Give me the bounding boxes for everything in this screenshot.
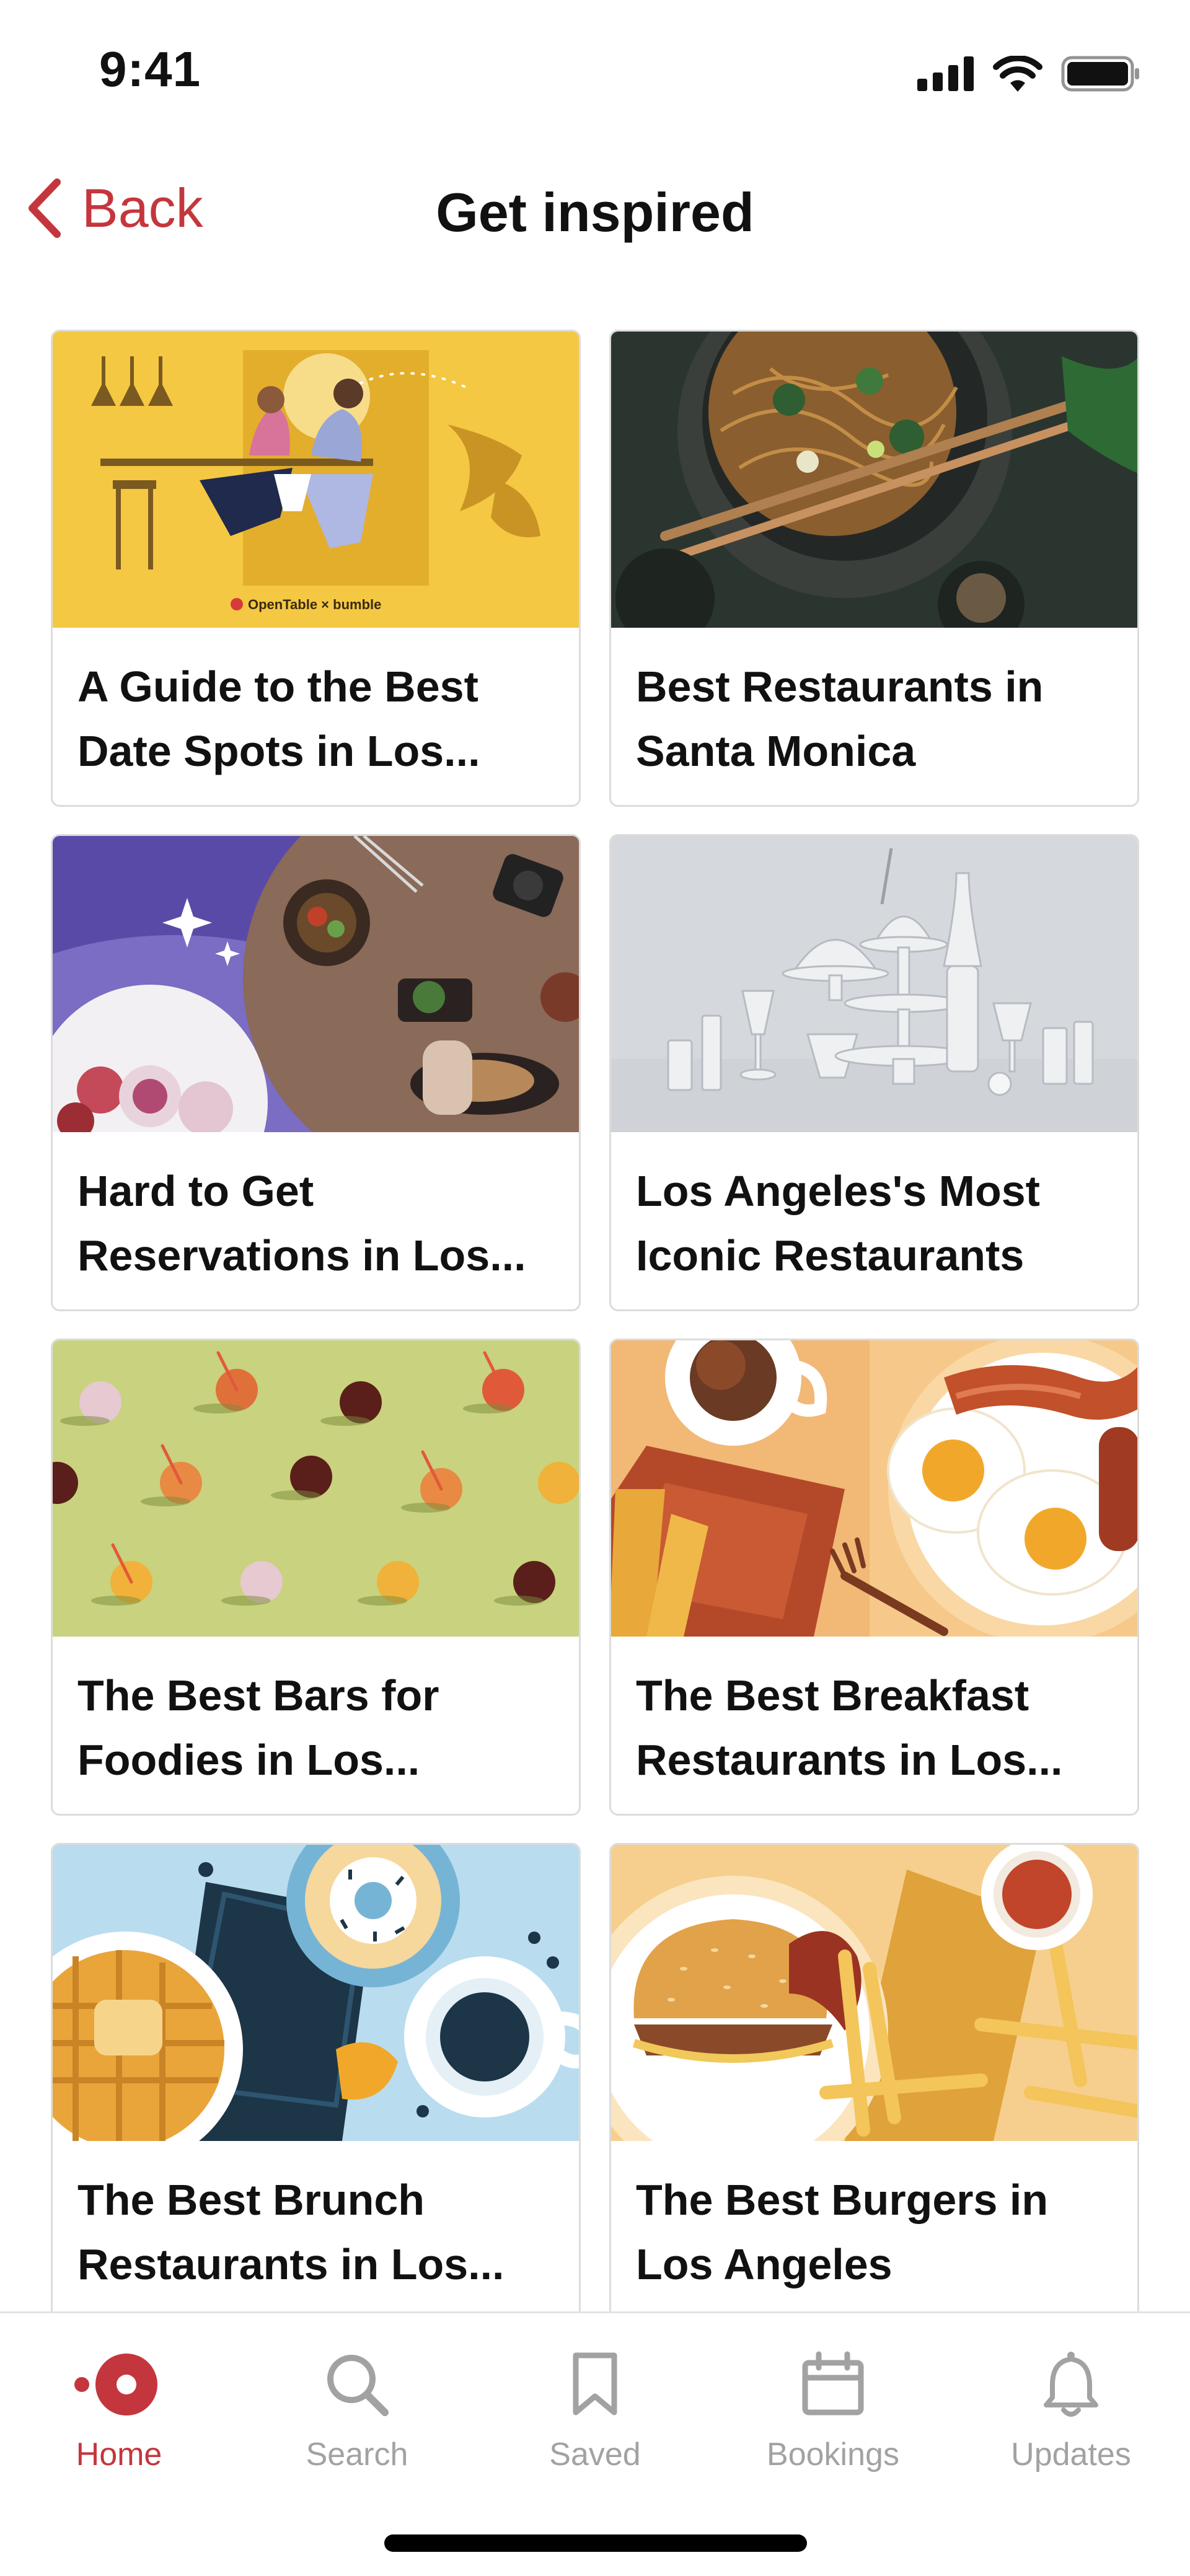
inspiration-card[interactable]: The Best Bars for Foodies in Los...: [51, 1339, 581, 1816]
cocktails-pattern-photo: [53, 1340, 579, 1637]
navigation-bar: Back Get inspired: [0, 143, 1190, 279]
inspiration-card[interactable]: Los Angeles's Most Iconic Restaurants: [609, 834, 1139, 1311]
tab-search[interactable]: Search: [238, 2338, 476, 2473]
tab-label: Updates: [1011, 2437, 1131, 2473]
tab-updates[interactable]: Updates: [952, 2338, 1190, 2473]
inspiration-card[interactable]: The Best Brunch Restaurants in Los...: [51, 1843, 581, 2320]
calendar-icon: [799, 2338, 867, 2431]
tab-home[interactable]: Home: [0, 2338, 238, 2473]
glassware-photo: [611, 836, 1137, 1132]
status-bar: 9:41: [0, 0, 1190, 143]
inspiration-card[interactable]: Best Restaurants in Santa Monica: [609, 330, 1139, 807]
card-title: The Best Brunch Restaurants in Los...: [77, 2176, 505, 2288]
tab-bookings[interactable]: Bookings: [714, 2338, 952, 2473]
card-title: The Best Burgers in Los Angeles: [636, 2176, 1049, 2288]
tab-label: Home: [76, 2437, 162, 2473]
noodles-chopsticks-photo: [611, 332, 1137, 628]
wifi-icon: [993, 56, 1042, 92]
inspiration-card[interactable]: Hard to Get Reservations in Los...: [51, 834, 581, 1311]
card-title: Best Restaurants in Santa Monica: [636, 662, 1044, 775]
card-title: Hard to Get Reservations in Los...: [77, 1167, 526, 1280]
tab-label: Saved: [549, 2437, 641, 2473]
page-title: Get inspired: [436, 182, 754, 243]
dinner-table-photo: [53, 836, 579, 1132]
card-title: A Guide to the Best Date Spots in Los...: [77, 662, 480, 775]
search-icon: [323, 2338, 391, 2431]
inspiration-card[interactable]: The Best Burgers in Los Angeles: [609, 1843, 1139, 2320]
bell-icon: [1040, 2338, 1102, 2431]
home-indicator: [384, 2534, 807, 2552]
card-image-caption: OpenTable × bumble: [248, 597, 381, 612]
tab-saved[interactable]: Saved: [476, 2338, 714, 2473]
card-title: The Best Bars for Foodies in Los...: [77, 1671, 439, 1784]
status-icons: [917, 52, 1140, 95]
tab-label: Bookings: [767, 2437, 899, 2473]
inspiration-card[interactable]: The Best Breakfast Restaurants in Los...: [609, 1339, 1139, 1816]
status-time: 9:41: [99, 42, 201, 97]
home-dot-icon: [69, 2338, 169, 2431]
tab-label: Search: [306, 2437, 408, 2473]
breakfast-illustration: [611, 1340, 1137, 1637]
card-title: The Best Breakfast Restaurants in Los...: [636, 1671, 1063, 1784]
inspiration-grid: OpenTable × bumble A Guide to the Best D…: [51, 330, 1140, 2320]
card-title: Los Angeles's Most Iconic Restaurants: [636, 1167, 1040, 1280]
brunch-illustration: [53, 1845, 579, 2141]
cellular-signal-icon: [917, 56, 974, 91]
inspiration-card[interactable]: OpenTable × bumble A Guide to the Best D…: [51, 330, 581, 807]
burger-illustration: [611, 1845, 1137, 2141]
battery-icon: [1061, 56, 1139, 92]
date-spots-illustration: OpenTable × bumble: [53, 332, 579, 628]
bookmark-icon: [567, 2338, 623, 2431]
